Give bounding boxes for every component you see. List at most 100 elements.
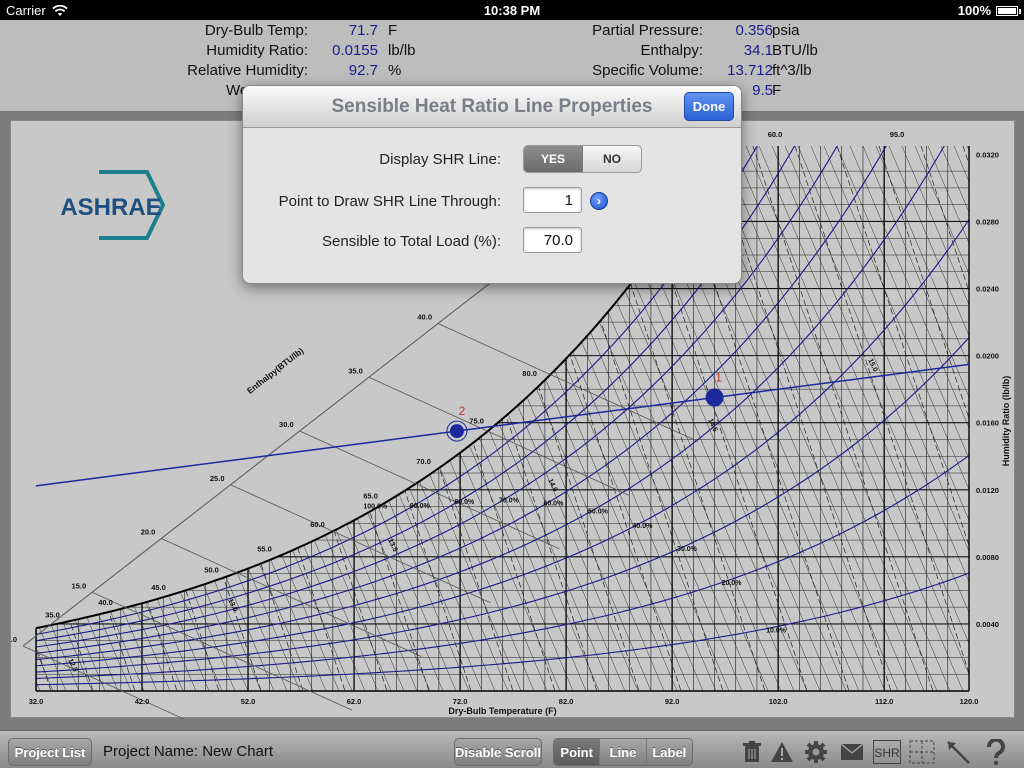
display-shr-toggle[interactable]: YES NO [523,145,642,173]
enthalpy-tick-label: 40.0 [417,313,432,322]
saturation-tick-label: 65.0 [363,491,378,500]
clock: 10:38 PM [483,3,541,18]
prop-row-relative-humidity: Relative Humidity: 92.7 % [0,60,512,80]
y-tick-label: 0.0040 [976,620,999,629]
point-row: Point to Draw SHR Line Through: 1 › [243,187,741,215]
disable-scroll-button[interactable]: Disable Scroll [454,738,542,766]
specific-volume-gridline [36,146,94,691]
draw-line-icon[interactable] [944,738,972,766]
prop-value: 0.356 [735,21,773,39]
rh-label: 80.0% [454,499,475,506]
prop-unit: F [772,81,782,99]
display-shr-label: Display SHR Line: [379,151,501,168]
yes-segment[interactable]: YES [524,146,583,172]
load-row: Sensible to Total Load (%): 70.0 [243,227,741,255]
x-tick-label: 52.0 [241,697,256,706]
y-tick-label: 0.0120 [976,486,999,495]
saturation-tick-label: 50.0 [204,565,219,574]
top-tick-label: 60.0 [768,130,783,139]
wet-bulb-gridline [36,146,145,691]
wet-bulb-gridline [36,146,210,691]
prop-value: 71.7 [348,21,378,39]
display-shr-row: Display SHR Line: YES NO [243,145,741,173]
point-mode-button[interactable]: Point [554,739,601,765]
y-tick-label: 0.0320 [976,150,999,159]
wet-bulb-gridline [36,146,119,691]
prop-unit: F [388,21,398,39]
prop-label: Specific Volume: [592,61,703,79]
prop-value: 13.712 [727,61,773,79]
saturation-tick-label: 70.0 [416,457,431,466]
wet-bulb-gridline [771,146,969,691]
prop-unit: BTU/lb [772,41,818,59]
x-axis-label: Dry-Bulb Temperature (F) [448,706,556,716]
wet-bulb-gridline [36,146,54,691]
point-field[interactable]: 1 [523,187,582,213]
wet-bulb-gridline [36,146,80,691]
help-icon[interactable] [982,738,1010,766]
battery-info: 100% [957,3,1021,18]
y-axis-label: Humidity Ratio (lb/lb) [1001,376,1011,467]
rh-label: 60.0% [543,500,564,507]
wet-bulb-gridline [36,146,67,691]
prop-label: Humidity Ratio: [206,41,308,59]
rh-label: 20.0% [722,580,743,587]
rh-label: 10.0% [766,628,787,635]
load-label: Sensible to Total Load (%): [322,233,501,250]
line-mode-button[interactable]: Line [600,739,647,765]
enthalpy-tick-label: 20.0 [141,528,156,537]
wet-bulb-gridline [36,146,93,691]
prop-value: 0.0155 [332,41,378,59]
prop-label: Dry-Bulb Temp: [204,21,308,39]
done-button[interactable]: Done [684,92,734,121]
select-point-button[interactable]: › [590,192,608,210]
enthalpy-line [92,591,353,711]
prop-label: Relative Humidity: [187,61,308,79]
y-tick-label: 0.0280 [976,217,999,226]
point-label: 1 [715,371,722,385]
volume-label: 14.0 [546,478,558,493]
sensible-load-field[interactable]: 70.0 [523,227,582,253]
prop-row-dry-bulb: Dry-Bulb Temp: 71.7 F [0,20,512,40]
saturation-tick-label: 75.0 [469,417,484,426]
x-tick-label: 62.0 [347,697,362,706]
battery-percent: 100% [957,3,991,18]
mail-icon[interactable] [838,738,866,766]
wet-bulb-gridline [11,146,27,691]
shr-label: SHR [874,746,900,760]
shr-properties-dialog: Sensible Heat Ratio Line Properties Done… [242,85,742,284]
saturation-tick-label: 45.0 [151,583,166,592]
warning-icon[interactable] [768,738,796,766]
prop-unit: psia [772,21,800,39]
x-tick-label: 32.0 [29,697,44,706]
enthalpy-tick-label: 30.0 [279,420,294,429]
saturation-tick-label: 80.0 [522,369,537,378]
wet-bulb-gridline [36,146,106,691]
mode-selector[interactable]: Point Line Label [553,738,693,766]
y-tick-label: 0.0160 [976,419,999,428]
point-marker [705,388,724,407]
enthalpy-scale-line [22,258,522,647]
prop-unit: % [388,61,402,79]
prop-value: 92.7 [348,61,378,79]
shr-button[interactable]: SHR [872,738,902,766]
selection-icon[interactable] [908,738,936,766]
no-segment[interactable]: NO [583,146,641,172]
prop-unit: lb/lb [388,41,416,59]
wet-bulb-gridline [758,146,969,691]
dialog-header: Sensible Heat Ratio Line Properties Done [243,86,741,128]
label-mode-button[interactable]: Label [646,739,692,765]
trash-icon[interactable] [738,738,766,766]
dialog-title: Sensible Heat Ratio Line Properties [331,96,653,117]
logo-text: ASHRAE [60,194,161,221]
saturation-tick-label: 55.0 [257,545,272,554]
rh-label: 30.0% [677,546,698,553]
point-label: 2 [459,404,466,418]
prop-label: Partial Pressure: [592,21,703,39]
project-list-button[interactable]: Project List [8,738,92,766]
y-tick-label: 0.0080 [976,553,999,562]
wet-bulb-gridline [36,146,249,691]
ashrae-logo: ASHRAE [60,170,166,240]
bottom-toolbar: Project List Project Name: New Chart Dis… [0,730,1024,768]
gear-icon[interactable] [802,738,830,766]
